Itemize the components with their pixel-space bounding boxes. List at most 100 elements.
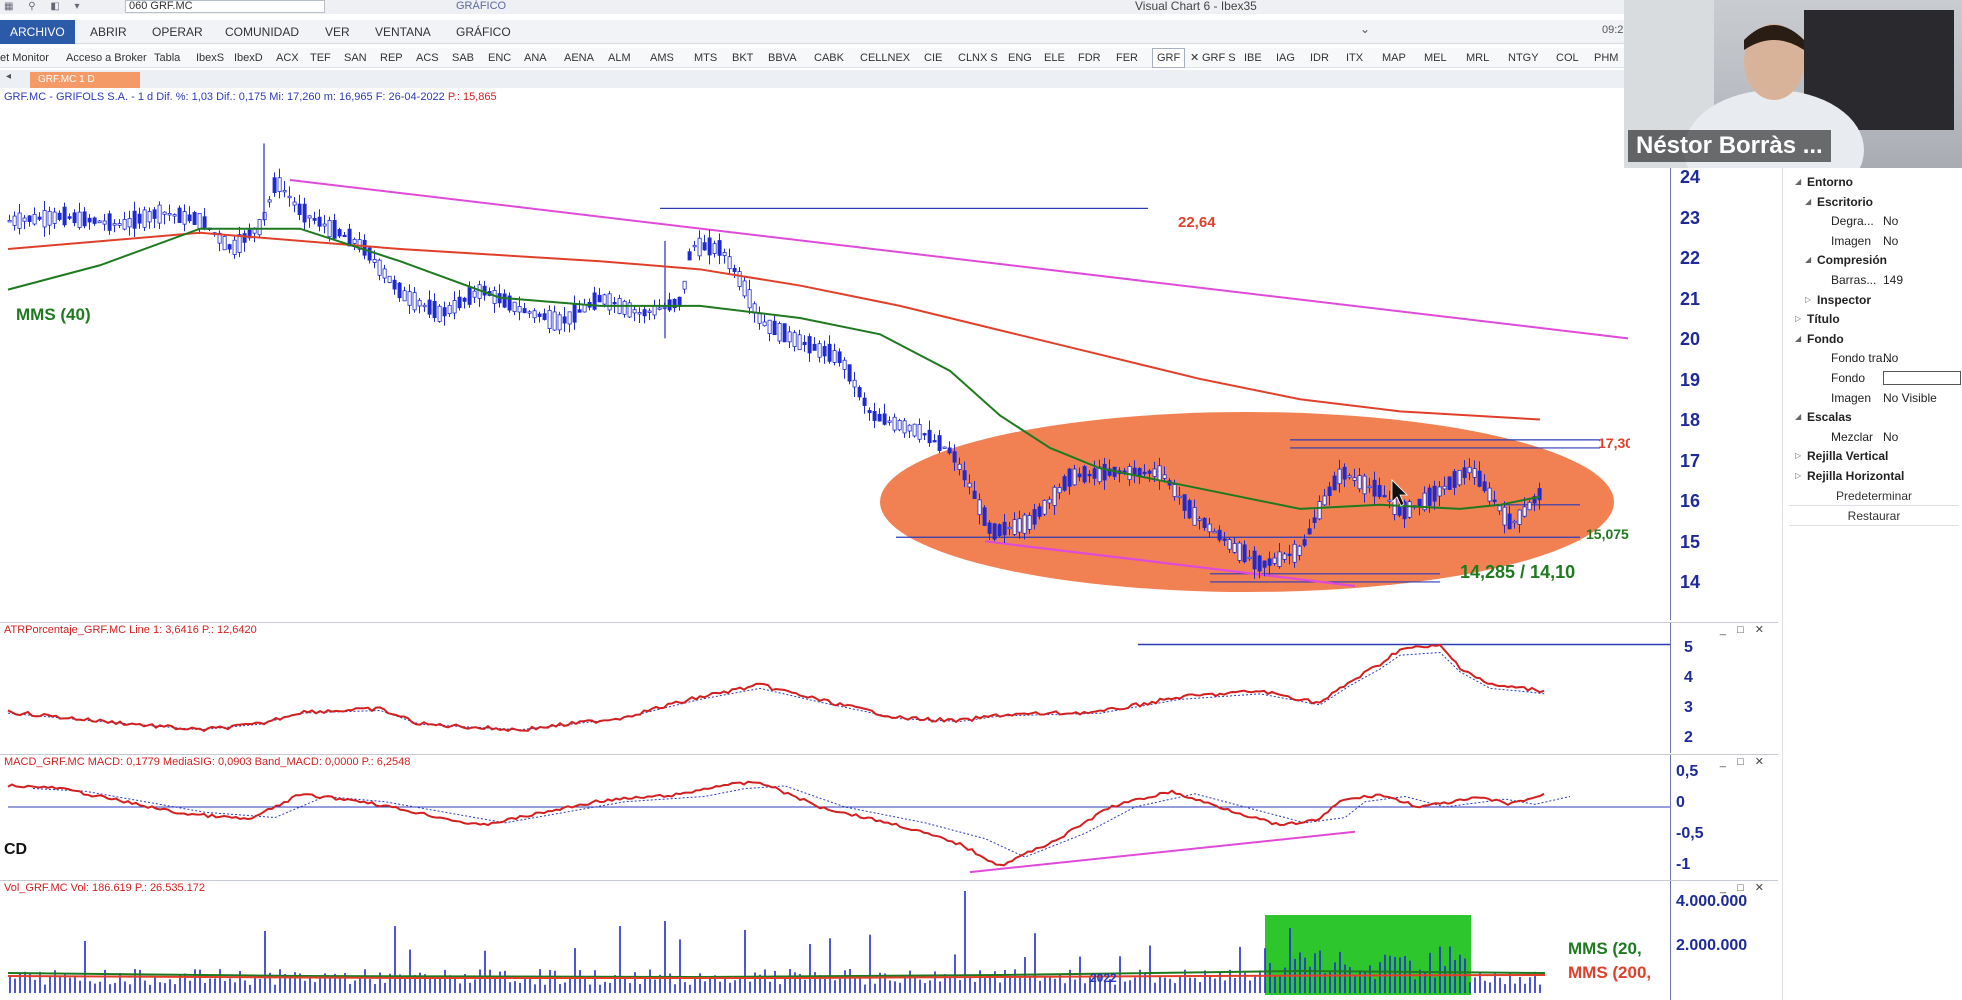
toolbar-item-phm[interactable]: PHM (1594, 48, 1618, 68)
macd-panel[interactable]: MACD_GRF.MC MACD: 0,1779 MediaSIG: 0,090… (0, 754, 1778, 885)
prop-row-fondo-tra-[interactable]: Fondo tra... No (1783, 348, 1962, 368)
toolbar-item-enc[interactable]: ENC (488, 48, 511, 68)
symbol-input[interactable]: 060 GRF.MC (125, 0, 325, 13)
prop-row-t-tulo[interactable]: ▷ Título (1783, 309, 1962, 329)
toolbar-item-clnx-s[interactable]: CLNX S (958, 48, 998, 68)
toolbar-item-mts[interactable]: MTS (694, 48, 717, 68)
volume-chart-canvas[interactable] (0, 881, 1778, 1000)
menu-abrir[interactable]: ABRIR (90, 20, 127, 44)
toolbar-item-aena[interactable]: AENA (564, 48, 594, 68)
toolbar-item-col[interactable]: COL (1556, 48, 1579, 68)
expand-triangle-icon[interactable]: ▷ (1795, 446, 1801, 466)
expand-triangle-icon[interactable]: ▷ (1795, 466, 1801, 486)
toolbar-close-icon[interactable]: ✕ (1190, 48, 1199, 68)
toolbar-item-san[interactable]: SAN (344, 48, 367, 68)
volume-panel[interactable]: Vol_GRF.MC Vol: 186.619 P.: 26.535.172 _… (0, 880, 1778, 1000)
prop-value[interactable]: No (1883, 231, 1898, 251)
prop-row-entorno[interactable]: ◢ Entorno (1783, 172, 1962, 192)
toolbar-item-acceso-a-broker[interactable]: Acceso a Broker (66, 48, 147, 68)
prop-row-escalas[interactable]: ◢ Escalas (1783, 407, 1962, 427)
toolbar-item-fer[interactable]: FER (1116, 48, 1138, 68)
candle-body (1537, 488, 1542, 501)
toolbar-item-cabk[interactable]: CABK (814, 48, 844, 68)
prop-row-rejilla-horizontal[interactable]: ▷ Rejilla Horizontal (1783, 466, 1962, 486)
candle-body (22, 217, 27, 222)
prop-row-barras-[interactable]: Barras... 149 (1783, 270, 1962, 290)
toolbar-item-tabla[interactable]: Tabla (154, 48, 180, 68)
toolbar-item-tef[interactable]: TEF (310, 48, 331, 68)
toolbar-item-cellnex[interactable]: CELLNEX (860, 48, 910, 68)
menu-ver[interactable]: VER (325, 20, 350, 44)
toolbar-item-sab[interactable]: SAB (452, 48, 474, 68)
toolbar-item-idr[interactable]: IDR (1310, 48, 1329, 68)
toolbar-item-map[interactable]: MAP (1382, 48, 1406, 68)
candle-body (692, 244, 697, 248)
toolbar-item-cie[interactable]: CIE (924, 48, 942, 68)
atr-chart-canvas[interactable] (0, 623, 1778, 753)
toolbar-item-et-monitor[interactable]: et Monitor (0, 48, 49, 68)
chart-tab-grf[interactable]: GRF.MC 1 D (30, 72, 140, 88)
toolbar-item-acx[interactable]: ACX (276, 48, 299, 68)
prop-row-mezclar[interactable]: Mezclar No (1783, 427, 1962, 447)
expand-triangle-icon[interactable]: ◢ (1805, 250, 1811, 270)
prop-value[interactable]: No (1883, 348, 1898, 368)
chevron-down-icon[interactable]: ⌄ (1360, 22, 1370, 36)
expand-triangle-icon[interactable]: ◢ (1795, 329, 1801, 349)
toolbar-item-ibexd[interactable]: IbexD (234, 48, 263, 68)
toolbar-item-iag[interactable]: IAG (1276, 48, 1295, 68)
menu-archivo[interactable]: ARCHIVO (0, 20, 75, 44)
prop-button-predeterminar[interactable]: Predeterminar (1789, 486, 1959, 506)
macd-chart-canvas[interactable] (0, 755, 1778, 885)
expand-triangle-icon[interactable]: ▷ (1805, 290, 1811, 310)
toolbar-item-ele[interactable]: ELE (1044, 48, 1065, 68)
toolbar-item-eng[interactable]: ENG (1008, 48, 1032, 68)
toolbar-item-rep[interactable]: REP (380, 48, 403, 68)
toolbar-item-ntgy[interactable]: NTGY (1508, 48, 1539, 68)
prop-value[interactable]: No (1883, 211, 1898, 231)
toolbar-item-ana[interactable]: ANA (524, 48, 547, 68)
prop-row-escritorio[interactable]: ◢ Escritorio (1783, 192, 1962, 212)
expand-triangle-icon[interactable]: ◢ (1795, 407, 1801, 427)
expand-triangle-icon[interactable]: ◢ (1795, 172, 1801, 192)
prop-row-fondo[interactable]: ◢ Fondo (1783, 329, 1962, 349)
prop-row-compresi-n[interactable]: ◢ Compresión (1783, 250, 1962, 270)
toolbar-item-grf[interactable]: GRF (1152, 48, 1186, 68)
prop-row-degra-[interactable]: Degra... No (1783, 211, 1962, 231)
prop-row-imagen[interactable]: Imagen No Visible (1783, 388, 1962, 408)
prop-value[interactable]: 149 (1883, 270, 1903, 290)
y-axis-line (1670, 90, 1671, 620)
toolbar-item-bkt[interactable]: BKT (732, 48, 753, 68)
prop-row-inspector[interactable]: ▷ Inspector (1783, 290, 1962, 310)
toolbar-item-ams[interactable]: AMS (650, 48, 674, 68)
price-chart-canvas[interactable] (0, 90, 1778, 620)
toolbar-item-mel[interactable]: MEL (1424, 48, 1447, 68)
prop-value[interactable]: No (1883, 427, 1898, 447)
prop-row-fondo[interactable]: Fondo (1783, 368, 1962, 388)
toolbar-item-ibexs[interactable]: IbexS (196, 48, 224, 68)
toolbar-item-fdr[interactable]: FDR (1078, 48, 1101, 68)
atr-panel[interactable]: ATRPorcentaje_GRF.MC Line 1: 3,6416 P.: … (0, 622, 1778, 753)
toolbar-item-ibe[interactable]: IBE (1244, 48, 1262, 68)
menu-operar[interactable]: OPERAR (152, 20, 203, 44)
candle-body (437, 305, 442, 322)
menu-comunidad[interactable]: COMUNIDAD (225, 20, 299, 44)
price-panel[interactable]: GRF.MC - GRIFOLS S.A. - 1 d Dif. %: 1,03… (0, 90, 1778, 620)
prop-row-rejilla-vertical[interactable]: ▷ Rejilla Vertical (1783, 446, 1962, 466)
toolbar-item-alm[interactable]: ALM (608, 48, 631, 68)
prop-row-imagen[interactable]: Imagen No (1783, 231, 1962, 251)
expand-triangle-icon[interactable]: ◢ (1805, 192, 1811, 212)
prop-value[interactable]: No Visible (1883, 388, 1937, 408)
contextual-tab-grafico[interactable]: GRÁFICO (456, 0, 506, 13)
toolbar-item-acs[interactable]: ACS (416, 48, 439, 68)
toolbar-item-bbva[interactable]: BBVA (768, 48, 797, 68)
toolbar-item-itx[interactable]: ITX (1346, 48, 1363, 68)
menu-grafico[interactable]: GRÁFICO (456, 20, 511, 44)
toolbar-item-grf-s[interactable]: GRF S (1202, 48, 1236, 68)
toolbar-item-mrl[interactable]: MRL (1466, 48, 1489, 68)
prop-button-restaurar[interactable]: Restaurar (1789, 506, 1959, 526)
expand-triangle-icon[interactable]: ▷ (1795, 309, 1801, 329)
quick-access-icons[interactable]: ▦ ⚲ ◧ ▾ (4, 1, 86, 12)
tab-scroll-left-icon[interactable]: ◂ (6, 71, 11, 82)
menu-ventana[interactable]: VENTANA (375, 20, 431, 44)
fondo-color-swatch[interactable] (1883, 371, 1961, 385)
